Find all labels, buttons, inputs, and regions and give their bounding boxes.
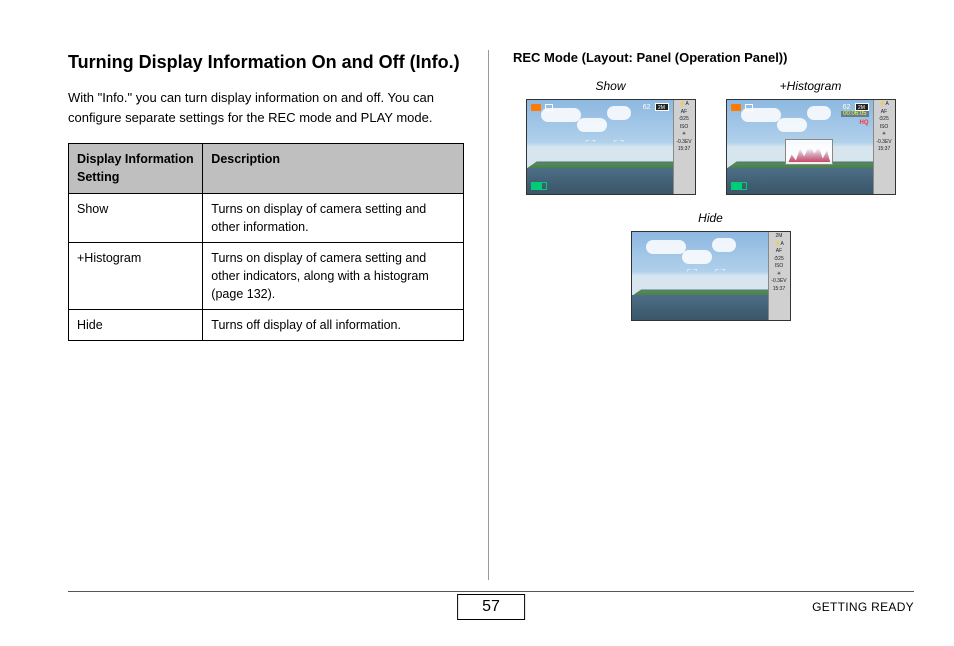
battery-icon — [731, 182, 747, 190]
operation-panel: 2M ⚡A AF ⏱25 ISO ✳ -0.3EV 15:37 — [768, 232, 790, 320]
size-badge: 2M — [655, 103, 669, 111]
hq-badge: HQ — [860, 120, 869, 126]
th-desc: Description — [203, 144, 464, 193]
camera-icon — [531, 104, 541, 111]
preview-hide: Hide ⌐ ¬⌐ ¬ 2M ⚡A AF ⏱25 ISO ✳ -0.3EV — [631, 211, 791, 321]
rec-time: 00:06:05 — [841, 111, 868, 117]
camera-icon — [731, 104, 741, 111]
section-name: GETTING READY — [812, 600, 914, 614]
table-row: Hide Turns off display of all informatio… — [69, 310, 464, 341]
histogram-graph — [785, 139, 833, 165]
screen-histogram: 62 2M 00:06:05 HQ ⌐ ¬⌐ ¬ ⚡A AF ⏱25 ISO ✳… — [726, 99, 896, 195]
settings-table: Display Information Setting Description … — [68, 143, 464, 341]
label-show: Show — [526, 79, 696, 93]
table-row: +Histogram Turns on display of camera se… — [69, 242, 464, 309]
screen-hide: ⌐ ¬⌐ ¬ 2M ⚡A AF ⏱25 ISO ✳ -0.3EV 15:37 — [631, 231, 791, 321]
page-footer: 57 GETTING READY — [68, 591, 914, 614]
right-title: REC Mode (Layout: Panel (Operation Panel… — [513, 50, 908, 65]
label-histogram: +Histogram — [726, 79, 896, 93]
battery-icon — [531, 182, 547, 190]
page-heading: Turning Display Information On and Off (… — [68, 50, 464, 74]
cell-desc: Turns on display of camera setting and o… — [203, 193, 464, 242]
size-badge: 2M — [855, 103, 869, 111]
mode-icon — [545, 104, 553, 111]
screen-show: 62 2M ⌐ ¬⌐ ¬ ⚡A AF ⏱25 ISO ✳ -0.3EV 15:3… — [526, 99, 696, 195]
operation-panel: ⚡A AF ⏱25 ISO ✳ -0.3EV 15:37 — [873, 100, 895, 194]
table-row: Show Turns on display of camera setting … — [69, 193, 464, 242]
cell-desc: Turns on display of camera setting and o… — [203, 242, 464, 309]
preview-show: Show 62 2M ⌐ ¬⌐ ¬ ⚡A — [526, 79, 696, 195]
label-hide: Hide — [631, 211, 791, 225]
intro-text: With "Info." you can turn display inform… — [68, 88, 464, 127]
cell-desc: Turns off display of all information. — [203, 310, 464, 341]
operation-panel: ⚡A AF ⏱25 ISO ✳ -0.3EV 15:37 — [673, 100, 695, 194]
shot-count: 62 — [843, 104, 851, 111]
cell-setting: Show — [69, 193, 203, 242]
af-marks: ⌐ ¬⌐ ¬ — [585, 138, 623, 145]
th-setting: Display Information Setting — [69, 144, 203, 193]
page-number: 57 — [457, 594, 525, 620]
cell-setting: Hide — [69, 310, 203, 341]
cell-setting: +Histogram — [69, 242, 203, 309]
af-marks: ⌐ ¬⌐ ¬ — [687, 267, 725, 274]
shot-count: 62 — [643, 104, 651, 111]
mode-icon — [745, 104, 753, 111]
preview-histogram: +Histogram 62 2M 00:06:05 HQ ⌐ ¬⌐ ¬ — [726, 79, 896, 195]
